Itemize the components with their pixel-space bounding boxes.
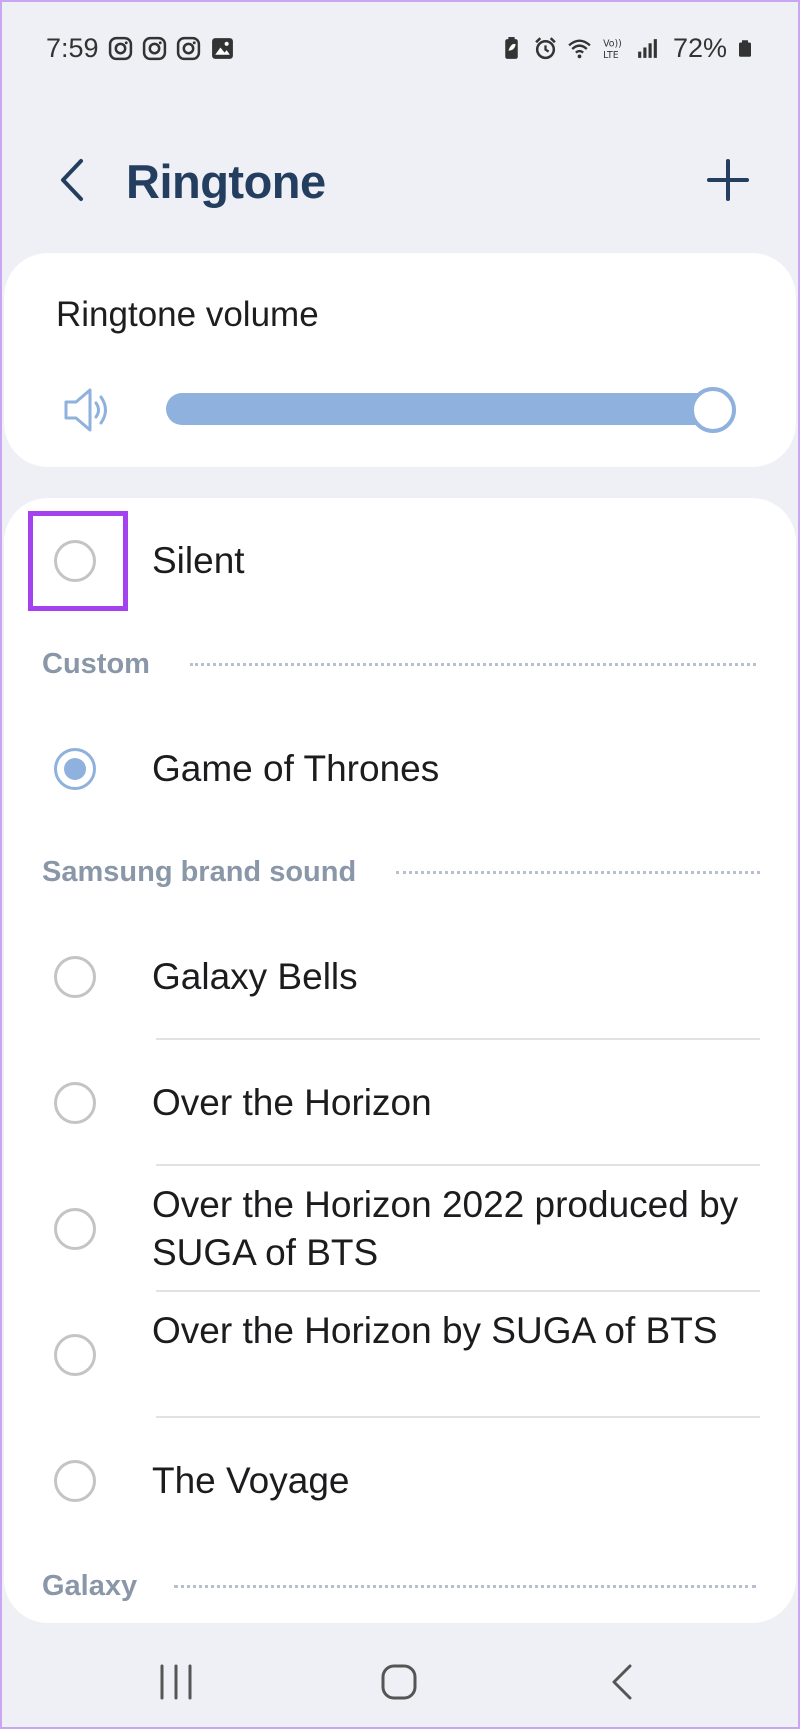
chevron-left-icon	[61, 159, 83, 201]
status-left: 7:59	[46, 33, 235, 64]
section-header-galaxy: Galaxy	[42, 1570, 138, 1602]
battery-saver-icon	[505, 36, 518, 59]
instagram-icon	[142, 36, 166, 60]
instagram-icon	[108, 36, 132, 60]
volume-card: Ringtone volume	[4, 253, 796, 467]
ringtone-label-silent[interactable]: Silent	[152, 537, 772, 585]
svg-text:LTE: LTE	[603, 49, 619, 60]
ringtone-label[interactable]: Over the Horizon 2022 produced by SUGA o…	[152, 1181, 772, 1277]
radio-over-the-horizon-suga[interactable]	[54, 1334, 96, 1376]
status-time: 7:59	[46, 32, 99, 63]
ringtone-label[interactable]: Over the Horizon by SUGA of BTS	[152, 1307, 772, 1355]
ringtone-list: Silent Custom Game of Thrones Samsung br…	[4, 498, 796, 1623]
signal-icon	[638, 38, 657, 58]
alarm-icon	[535, 36, 556, 59]
recents-icon	[160, 1664, 192, 1700]
radio-the-voyage[interactable]	[54, 1460, 96, 1502]
instagram-icon	[176, 36, 200, 60]
back-button[interactable]	[50, 152, 94, 208]
highlight-box	[28, 511, 128, 611]
radio-galaxy-bells[interactable]	[54, 956, 96, 998]
ringtone-label[interactable]: Galaxy Bells	[152, 953, 772, 1001]
radio-over-the-horizon[interactable]	[54, 1082, 96, 1124]
volume-label: Ringtone volume	[56, 295, 319, 334]
status-right: Vo)) LTE 72%	[499, 33, 754, 64]
back-nav-button[interactable]	[592, 1652, 652, 1712]
home-icon	[381, 1664, 417, 1700]
battery-percent: 72%	[672, 32, 727, 63]
radio-over-the-horizon-2022[interactable]	[54, 1208, 96, 1250]
section-divider	[190, 663, 756, 666]
list-divider	[156, 1416, 760, 1418]
gallery-icon	[211, 37, 233, 59]
ringtone-label[interactable]: Game of Thrones	[152, 745, 772, 793]
plus-icon	[707, 159, 749, 201]
speaker-icon[interactable]	[62, 386, 114, 434]
battery-icon	[739, 39, 751, 57]
section-divider	[396, 871, 760, 874]
list-divider	[156, 1038, 760, 1040]
navigation-bar	[0, 1624, 800, 1729]
volume-slider-thumb[interactable]	[690, 387, 736, 433]
volte-icon: Vo))LTE	[603, 38, 622, 60]
section-header-samsung-brand-sound: Samsung brand sound	[42, 856, 357, 888]
status-bar: 7:59 Vo)) LTE 72%	[0, 0, 800, 96]
list-divider	[156, 1290, 760, 1292]
ringtone-label[interactable]: The Voyage	[152, 1457, 772, 1505]
list-divider	[156, 1164, 760, 1166]
app-header: Ringtone	[0, 130, 800, 230]
add-ringtone-button[interactable]	[700, 152, 756, 208]
section-header-custom: Custom	[42, 648, 150, 680]
ringtone-label[interactable]: Over the Horizon	[152, 1079, 772, 1127]
svg-text:Vo)): Vo))	[603, 38, 622, 49]
wifi-icon	[568, 39, 591, 58]
home-button[interactable]	[369, 1652, 429, 1712]
section-divider	[174, 1585, 756, 1588]
page-title: Ringtone	[126, 155, 326, 208]
recents-button[interactable]	[146, 1652, 206, 1712]
volume-slider-track[interactable]	[166, 393, 726, 425]
back-icon	[612, 1664, 632, 1700]
radio-game-of-thrones[interactable]	[54, 748, 96, 790]
